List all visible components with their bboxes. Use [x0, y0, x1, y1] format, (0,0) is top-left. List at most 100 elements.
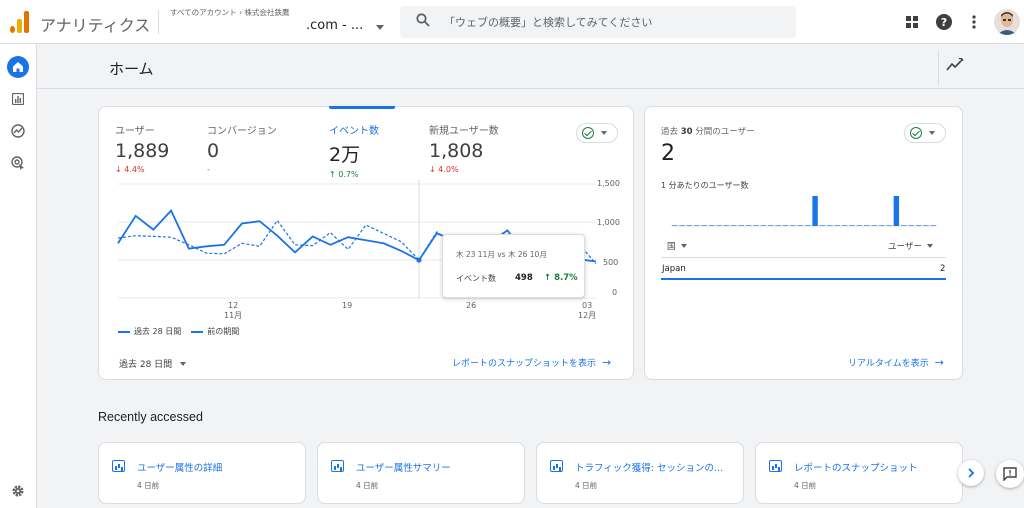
report-icon: [769, 460, 782, 472]
x-axis-tick: 26: [466, 301, 477, 310]
nav-item-explore[interactable]: [7, 120, 29, 142]
feedback-icon: [1003, 467, 1017, 481]
ads-icon: [11, 156, 24, 170]
metric-label: コンバージョン: [207, 126, 277, 137]
metric-delta: -: [207, 165, 210, 174]
table-row-bar: [661, 278, 946, 280]
breadcrumb-account[interactable]: 株式会社鉄鷹: [244, 8, 289, 17]
view-realtime-label: リアルタイムを表示: [848, 359, 929, 369]
explore-icon: [11, 124, 25, 138]
legend-previous-label: 前の期間: [207, 327, 240, 336]
arrow-right-icon: →: [934, 356, 944, 369]
recent-item-time: 4 日前: [356, 481, 379, 490]
recent-item-title: ユーザー属性サマリー: [356, 463, 451, 474]
x-axis-tick: 19: [342, 301, 353, 310]
more-vert-icon[interactable]: [964, 12, 984, 32]
y-axis-tick: 1,500: [597, 179, 620, 188]
recent-item-title: トラフィック獲得: セッションの...: [575, 463, 724, 474]
help-icon[interactable]: ?: [934, 12, 954, 32]
settings-button[interactable]: [7, 480, 29, 502]
realtime-title: 過去 30 分間のユーザー: [661, 127, 755, 137]
chevron-down-icon: [680, 244, 687, 248]
chevron-down-icon: [926, 244, 933, 248]
chevron-down-icon[interactable]: [376, 25, 384, 30]
recent-item-time: 4 日前: [137, 481, 160, 490]
insights-button[interactable]: [946, 57, 964, 75]
avatar[interactable]: [994, 9, 1020, 35]
metric-value: 0: [207, 140, 220, 162]
table-divider: [661, 257, 946, 258]
carousel-next-button[interactable]: [958, 460, 984, 486]
country-column-selector[interactable]: 国: [667, 240, 687, 252]
metric-label: 新規ユーザー数: [429, 126, 499, 137]
property-selector[interactable]: .com - ...: [306, 18, 363, 33]
search-icon: [416, 13, 430, 27]
data-quality-button[interactable]: [576, 123, 618, 143]
metric-event-count[interactable]: イベント数 2万 ↑ 0.7%: [329, 122, 379, 179]
nav-item-reports[interactable]: [7, 88, 29, 110]
header-divider: [158, 10, 159, 34]
nav-item-home[interactable]: [7, 56, 29, 78]
y-axis-tick: 1,000: [597, 218, 620, 227]
y-axis-tick: 500: [603, 258, 619, 267]
metric-value: 1,889: [115, 140, 170, 162]
nav-item-advertising[interactable]: [7, 152, 29, 174]
page-title: ホーム: [109, 60, 154, 78]
table-cell-country: Japan: [662, 264, 686, 274]
tooltip-metric-label: イベント数: [456, 274, 496, 283]
arrow-down-icon: ↓: [115, 165, 125, 174]
recent-item-card[interactable]: トラフィック獲得: セッションの... 4 日前: [536, 442, 744, 504]
metric-conversions[interactable]: コンバージョン 0 -: [207, 122, 277, 174]
check-circle-icon: [582, 127, 594, 139]
left-navigation-rail: [0, 44, 37, 508]
legend-solid-swatch: [118, 330, 130, 333]
metric-delta: ↓ 4.4%: [115, 165, 145, 174]
recent-item-card[interactable]: ユーザー属性の詳細 4 日前: [98, 442, 306, 504]
report-icon: [550, 460, 563, 472]
metric-delta: ↓ 4.0%: [429, 165, 459, 174]
analytics-logo-icon[interactable]: [10, 11, 30, 33]
apps-icon[interactable]: [902, 12, 922, 32]
report-icon: [112, 460, 125, 472]
home-icon: [13, 62, 23, 72]
recent-item-card[interactable]: レポートのスナップショット 4 日前: [755, 442, 963, 504]
view-snapshot-link[interactable]: レポートのスナップショットを表示 →: [452, 356, 611, 369]
view-realtime-link[interactable]: リアルタイムを表示 →: [848, 356, 944, 369]
header-divider-line: [37, 88, 1024, 89]
recently-accessed-heading: Recently accessed: [98, 410, 203, 424]
data-quality-button[interactable]: [904, 123, 946, 143]
chart-legend: 過去 28 日間 前の期間: [118, 326, 239, 337]
app-title: アナリティクス: [40, 16, 151, 35]
chart-tooltip: 木 23 11月 vs 木 26 10月 イベント数 498 ↑ 8.7%: [442, 234, 585, 298]
report-icon: [331, 460, 344, 472]
legend-dashed-swatch: [191, 330, 204, 333]
y-axis-tick: 0: [612, 288, 618, 297]
legend-current-label: 過去 28 日間: [134, 327, 182, 336]
chevron-right-icon: [968, 468, 975, 478]
metric-label: ユーザー: [115, 126, 155, 137]
chevron-down-icon: [929, 131, 935, 135]
metric-new-users[interactable]: 新規ユーザー数 1,808 ↓ 4.0%: [429, 122, 499, 174]
search-input[interactable]: [444, 7, 784, 37]
arrow-up-icon: ↑: [329, 170, 339, 179]
date-range-label: 過去 28 日間: [119, 360, 173, 370]
breadcrumb[interactable]: すべてのアカウント › 株式会社鉄鷹: [170, 7, 289, 18]
insights-icon: [946, 57, 964, 71]
arrow-right-icon: →: [602, 356, 612, 369]
metric-value: 2万: [329, 144, 361, 166]
x-axis-tick: 12 11月: [224, 301, 243, 320]
metric-value: 1,808: [429, 140, 484, 162]
breadcrumb-root[interactable]: すべてのアカウント: [170, 8, 237, 17]
per-minute-label: 1 分あたりのユーザー数: [661, 181, 749, 190]
recent-item-card[interactable]: ユーザー属性サマリー 4 日前: [317, 442, 525, 504]
recent-item-time: 4 日前: [575, 481, 598, 490]
svg-text:?: ?: [941, 16, 947, 29]
metric-users[interactable]: ユーザー 1,889 ↓ 4.4%: [115, 122, 169, 174]
users-column-selector[interactable]: ユーザー: [888, 240, 933, 252]
gear-icon: [12, 485, 24, 497]
header-divider: [938, 50, 939, 86]
feedback-button[interactable]: [996, 460, 1024, 488]
date-range-selector[interactable]: 過去 28 日間: [119, 357, 187, 370]
tooltip-date-range: 木 23 11月 vs 木 26 10月: [456, 250, 547, 259]
metric-delta: ↑ 0.7%: [329, 170, 359, 179]
